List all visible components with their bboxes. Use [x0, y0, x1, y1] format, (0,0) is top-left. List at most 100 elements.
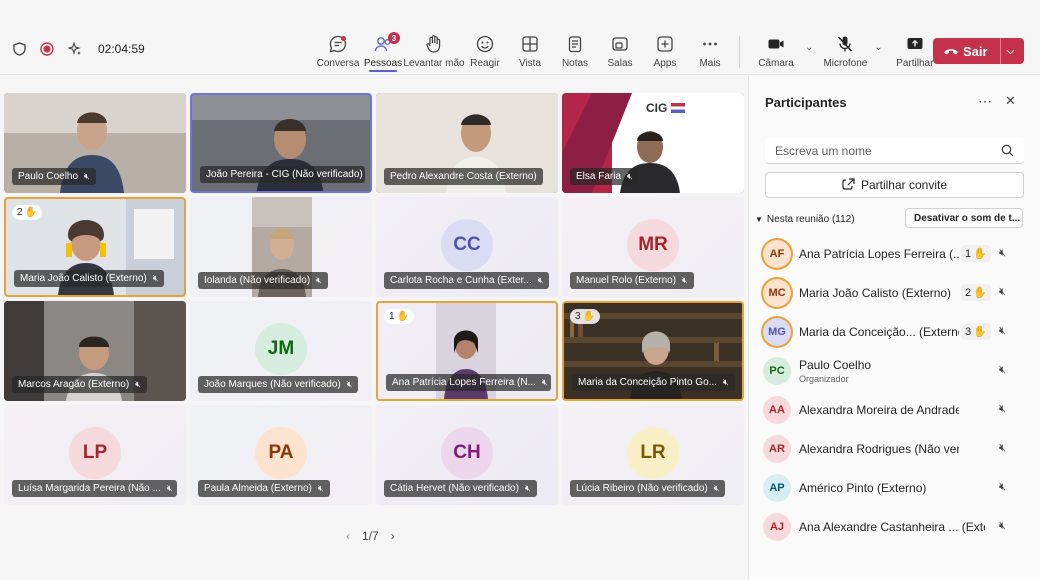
camera-button[interactable]: Câmara [748, 34, 804, 69]
participant-tile[interactable]: 3 ✋ Maria da Conceição Pinto Go... 🔇︎ [562, 301, 744, 401]
participant-name-tag: João Marques (Não verificado) 🔇︎ [198, 376, 359, 393]
view-button[interactable]: Vista [508, 34, 552, 69]
participant-info: Américo Pinto (Externo) [799, 481, 959, 495]
participant-tile[interactable]: Paulo Coelho 🔇︎ [4, 93, 186, 193]
participant-row[interactable]: AA Alexandra Moreira de Andrade 🔇︎ [763, 390, 1025, 429]
participant-name: Carlota Rocha e Cunha (Exter... [390, 275, 532, 286]
participant-name: Alexandra Moreira de Andrade [799, 402, 959, 417]
mic-off-icon[interactable]: 🔇︎ [999, 325, 1006, 338]
avatar-initials: PC [769, 364, 785, 377]
mic-off-icon: 🔇︎ [627, 171, 633, 181]
participant-name: Paulo Coelho [18, 171, 79, 182]
search-icon[interactable] [1001, 144, 1014, 162]
avatar-initials: AJ [769, 520, 785, 533]
mic-off-icon[interactable]: 🔇︎ [999, 364, 1006, 377]
avatar-initials: AR [769, 442, 785, 455]
mic-off-icon: 🔇︎ [682, 275, 688, 285]
participant-tile[interactable]: CH Cátia Hervet (Não verificado) 🔇︎ [376, 405, 558, 505]
notes-button[interactable]: Notas [553, 34, 597, 69]
mic-off-icon[interactable]: 🔇︎ [999, 403, 1006, 416]
apps-button[interactable]: Apps [643, 34, 687, 69]
search-input[interactable] [775, 144, 995, 158]
participant-info: Alexandra Moreira de Andrade [799, 403, 959, 417]
more-button[interactable]: Mais [688, 34, 732, 69]
participant-tile[interactable]: 1 ✋ Ana Patrícia Lopes Ferreira (N... 🔇︎ [376, 301, 558, 401]
participant-tile[interactable]: PA Paula Almeida (Externo) 🔇︎ [190, 405, 372, 505]
participant-name: Ana Patrícia Lopes Ferreira (... [799, 246, 959, 261]
hand-order: 3 [575, 311, 581, 322]
people-label: Pessoas [363, 58, 403, 69]
camera-options-chevron-icon[interactable]: ⌄ [805, 42, 813, 69]
participant-name: Ana Alexandre Castanheira ... (Externo) [799, 519, 985, 534]
microphone-button[interactable]: Microfone [817, 34, 873, 69]
participant-row[interactable]: AJ Ana Alexandre Castanheira ... (Extern… [763, 507, 1025, 546]
people-button[interactable]: 3 Pessoas [361, 32, 405, 72]
mic-off-icon: 🔇︎ [135, 379, 141, 389]
participant-name: Luísa Margarida Pereira (Não ... [18, 483, 161, 494]
participant-tile[interactable]: CC Carlota Rocha e Cunha (Exter... 🔇︎ [376, 197, 558, 297]
participant-tile[interactable]: 2 ✋ Maria João Calisto (Externo) 🔇︎ [4, 197, 186, 297]
next-page-chevron-icon[interactable]: › [391, 529, 395, 543]
participant-row[interactable]: PC Paulo Coelho Organizador 🔇︎ [763, 351, 1025, 390]
panel-title: Participantes [765, 95, 847, 110]
chat-button[interactable]: Conversa [316, 34, 360, 69]
collapse-chevron-icon: ▼ [755, 214, 763, 224]
leave-options-chevron-icon[interactable]: ⌵ [1007, 46, 1015, 57]
participant-row[interactable]: AF Ana Patrícia Lopes Ferreira (... 1 ✋ 🔇… [763, 234, 1025, 273]
apps-label: Apps [653, 58, 677, 69]
previous-page-chevron-icon[interactable]: ‹ [346, 529, 350, 543]
participant-name-tag: Elsa Faria 🔇︎ [570, 168, 639, 185]
participant-name-tag: Iolanda (Não verificado) 🔇︎ [198, 272, 328, 289]
more-options-icon[interactable]: ⋯ [978, 93, 992, 110]
raise-hand-button[interactable]: Levantar mão [403, 34, 465, 69]
rooms-button[interactable]: Salas [598, 34, 642, 69]
avatar: MR [627, 219, 679, 271]
cig-logo: CIG [646, 101, 686, 115]
participant-name: Manuel Rolo (Externo) [576, 275, 677, 286]
participant-name: Elsa Faria [576, 171, 622, 182]
participant-tile[interactable]: JM João Marques (Não verificado) 🔇︎ [190, 301, 372, 401]
mic-off-icon[interactable]: 🔇︎ [999, 247, 1006, 260]
participant-name: Lúcia Ribeiro (Não verificado) [576, 483, 708, 494]
avatar-initials: CC [453, 234, 481, 255]
avatar: AF [763, 239, 791, 268]
leave-button[interactable]: Sair ⌵ [933, 38, 1024, 64]
share-invite-button[interactable]: Partilhar convite [765, 172, 1024, 198]
toolbar-actions: Conversa 3 Pessoas Levantar mão Reagir V… [316, 32, 944, 72]
participant-row[interactable]: MC Maria João Calisto (Externo) 2 ✋ 🔇︎ [763, 273, 1025, 312]
mute-all-button[interactable]: Desativar o som de t... [905, 208, 1023, 228]
participant-tile[interactable]: CIG Elsa Faria 🔇︎ [562, 93, 744, 193]
recording-icon[interactable] [40, 42, 54, 56]
participant-tile[interactable]: Marcos Aragão (Externo) 🔇︎ [4, 301, 186, 401]
participant-name-tag: Lúcia Ribeiro (Não verificado) 🔇︎ [570, 480, 726, 497]
sparkle-icon[interactable] [68, 42, 82, 56]
in-meeting-section[interactable]: ▼ Nesta reunião (112) Desativar o som de… [755, 208, 1023, 230]
participant-tile[interactable]: LP Luísa Margarida Pereira (Não ... 🔇︎ [4, 405, 186, 505]
meeting-toolbar: 02:04:59 Conversa 3 Pessoas Levantar mão… [0, 0, 1040, 75]
shield-icon[interactable] [12, 42, 26, 56]
mic-off-icon[interactable]: 🔇︎ [999, 286, 1006, 299]
leave-label: Sair [963, 43, 988, 59]
participant-name: Paula Almeida (Externo) [204, 483, 312, 494]
participant-row[interactable]: AR Alexandra Rodrigues (Não verificado) … [763, 429, 1025, 468]
mic-off-icon[interactable]: 🔇︎ [999, 442, 1006, 455]
rooms-icon [609, 34, 631, 54]
microphone-options-chevron-icon[interactable]: ⌄ [874, 42, 882, 69]
participant-tile[interactable]: Pedro Alexandre Costa (Externo) [376, 93, 558, 193]
participant-tile[interactable]: Iolanda (Não verificado) 🔇︎ [190, 197, 372, 297]
participant-tile[interactable]: João Pereira - CIG (Não verificado) [190, 93, 372, 193]
participant-tile[interactable]: MR Manuel Rolo (Externo) 🔇︎ [562, 197, 744, 297]
react-button[interactable]: Reagir [463, 34, 507, 69]
mic-off-icon[interactable]: 🔇︎ [999, 520, 1006, 533]
participant-row[interactable]: MG Maria da Conceição... (Externo) 3 ✋ 🔇︎ [763, 312, 1025, 351]
mic-off-icon[interactable]: 🔇︎ [999, 481, 1006, 494]
video-grid: Paulo Coelho 🔇︎ João Pereira - CIG (Não v… [4, 93, 744, 506]
chat-icon [327, 34, 349, 54]
participant-search [765, 138, 1024, 164]
raise-hand-label: Levantar mão [403, 58, 465, 69]
close-icon[interactable]: ✕ [1005, 93, 1016, 109]
participant-tile[interactable]: LR Lúcia Ribeiro (Não verificado) 🔇︎ [562, 405, 744, 505]
participant-row[interactable]: AP Américo Pinto (Externo) 🔇︎ [763, 468, 1025, 507]
meeting-timer: 02:04:59 [98, 42, 145, 56]
mic-off-icon: 🔇︎ [537, 275, 544, 285]
